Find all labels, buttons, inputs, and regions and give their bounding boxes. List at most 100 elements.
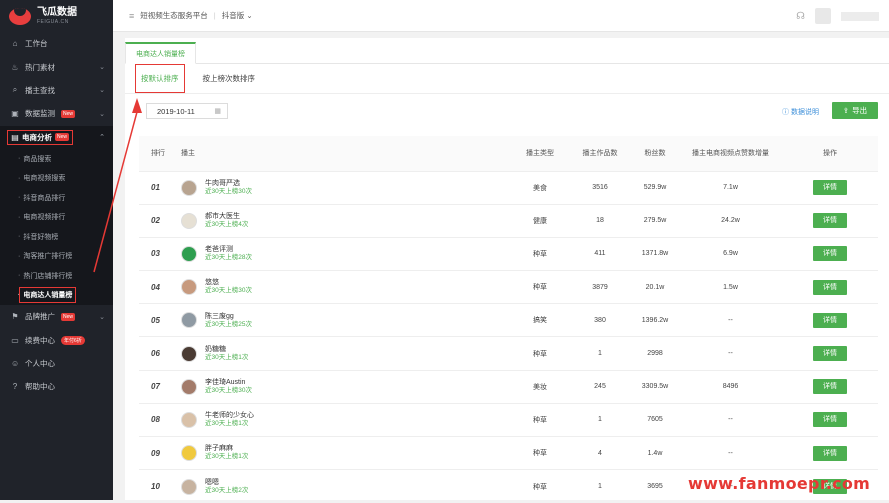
detail-button[interactable]: 详情 <box>813 213 847 229</box>
sidebar-subitem-sales-rank[interactable]: 电商达人销量榜 <box>0 285 113 305</box>
tab-default-sort[interactable]: 按默认排序 <box>135 64 185 93</box>
date-picker[interactable]: 2019-10-11 ▦ <box>146 103 228 119</box>
works-cell: 1 <box>569 469 631 503</box>
avatar[interactable] <box>181 279 197 296</box>
tab-bar: 电商达人销量榜 <box>125 38 889 64</box>
sidebar-subitem-video-search[interactable]: 电商视频搜索 <box>0 168 113 188</box>
avatar[interactable] <box>181 179 197 196</box>
action-cell: 详情 <box>782 303 878 337</box>
anchor-cell[interactable]: 陈三废gg 近30天上榜25次 <box>181 303 511 337</box>
fans-cell: 3695 <box>631 469 679 503</box>
sidebar-item-help[interactable]: ? 帮助中心 <box>0 375 113 398</box>
sidebar-item-hot-material[interactable]: ♨ 热门素材 ⌄ <box>0 55 113 78</box>
anchor-rank-count: 近30天上榜4次 <box>205 221 249 229</box>
anchor-cell[interactable]: 奶糖糖 近30天上榜1次 <box>181 336 511 371</box>
sidebar-item-ecommerce[interactable]: ▤ 电商分析 New ⌃ <box>0 125 113 149</box>
fans-cell: 1371.8w <box>631 236 679 271</box>
sidebar-subitem-product-rank[interactable]: 抖音商品排行 <box>0 187 113 208</box>
new-badge: New <box>61 312 76 321</box>
sort-tabs: 按默认排序 按上榜次数排序 <box>125 64 889 94</box>
subitem-label: 商品搜索 <box>23 155 52 163</box>
anchor-name[interactable]: 老爸评测 <box>205 245 252 254</box>
type-cell: 种草 <box>511 402 569 437</box>
detail-button[interactable]: 详情 <box>813 312 847 328</box>
anchor-cell[interactable]: 牛老师的少女心 近30天上榜1次 <box>181 402 511 437</box>
anchor-name[interactable]: 李佳琦Austin <box>205 378 252 387</box>
anchor-name[interactable]: 牛肉哥严选 <box>205 179 252 188</box>
table-row: 09 胖子麻麻 近30天上榜1次 种草 4 1.4w -- 详情 <box>139 435 878 470</box>
tab-count-sort[interactable]: 按上榜次数排序 <box>199 70 260 87</box>
works-cell: 1 <box>569 402 631 437</box>
works-cell: 411 <box>569 236 631 271</box>
export-button[interactable]: ⇪ 导出 <box>832 102 878 119</box>
anchor-cell[interactable]: 李佳琦Austin 近30天上榜30次 <box>181 369 511 404</box>
anchor-name[interactable]: 陈三废gg <box>205 312 252 321</box>
anchor-cell[interactable]: 嗯嗯 近30天上榜2次 <box>181 469 511 503</box>
sidebar-item-workbench[interactable]: ⌂ 工作台 <box>0 32 113 55</box>
topbar: ≡ 短视频生态服务平台 | 抖音版 ⌄ ☊ <box>113 0 889 32</box>
sidebar-item-profile[interactable]: ☺ 个人中心 <box>0 352 113 375</box>
sidebar-item-data-monitor[interactable]: ▣ 数据监测 New ⌄ <box>0 102 113 125</box>
fans-cell: 3309.5w <box>631 369 679 404</box>
chevron-down-icon: ⌄ <box>99 87 105 95</box>
chevron-up-icon: ⌃ <box>99 134 105 142</box>
anchor-cell[interactable]: 郝市大医生 近30天上榜4次 <box>181 203 511 238</box>
sidebar-item-label: 续费中心 <box>25 335 55 345</box>
headset-icon[interactable]: ☊ <box>796 11 805 22</box>
sidebar-item-brand[interactable]: ⚑ 品牌推广 New ⌄ <box>0 305 113 328</box>
detail-button[interactable]: 详情 <box>813 180 847 196</box>
detail-button[interactable]: 详情 <box>813 379 847 395</box>
data-description-link[interactable]: ⓘ 数据说明 <box>782 107 819 117</box>
anchor-cell[interactable]: 胖子麻麻 近30天上榜1次 <box>181 435 511 470</box>
avatar[interactable] <box>181 411 197 428</box>
rank-cell: 07 <box>139 369 181 404</box>
anchor-name[interactable]: 奶糖糖 <box>205 345 248 354</box>
avatar[interactable] <box>181 345 197 362</box>
sidebar-subitem-taoke-rank[interactable]: 淘客推广排行榜 <box>0 246 113 266</box>
detail-button[interactable]: 详情 <box>813 445 847 461</box>
fire-icon: ♨ <box>11 62 19 72</box>
sidebar-item-renew[interactable]: ▭ 续费中心 年付6折 <box>0 328 113 351</box>
rank-cell: 02 <box>139 203 181 238</box>
sidebar-item-label: 电商分析 <box>22 132 52 142</box>
avatar[interactable] <box>181 445 197 462</box>
table-row: 06 奶糖糖 近30天上榜1次 种草 1 2998 -- 详情 <box>139 336 878 371</box>
chevron-down-icon: ⌄ <box>99 110 105 118</box>
anchor-name[interactable]: 牛老师的少女心 <box>205 411 254 420</box>
logo-icon <box>9 7 31 25</box>
anchor-cell[interactable]: 老爸评测 近30天上榜28次 <box>181 236 511 271</box>
works-cell: 3516 <box>569 170 631 205</box>
tab-sales-rank[interactable]: 电商达人销量榜 <box>125 42 196 64</box>
detail-button[interactable]: 详情 <box>813 346 847 362</box>
avatar[interactable] <box>181 478 197 495</box>
sidebar-item-anchor-search[interactable]: ⌕ 播主查找 ⌄ <box>0 79 113 102</box>
anchor-name[interactable]: 郝市大医生 <box>205 212 248 221</box>
detail-button[interactable]: 详情 <box>813 246 847 262</box>
avatar[interactable] <box>181 245 197 262</box>
sidebar-subitem-video-rank[interactable]: 电商视频排行 <box>0 207 113 227</box>
sidebar-item-label: 数据监测 <box>25 109 55 119</box>
sales-cell: 1.5w <box>679 270 782 304</box>
works-cell: 4 <box>569 435 631 470</box>
header-sales: 播主电商视频点赞数增量 <box>692 149 769 157</box>
sidebar-subitem-good-list[interactable]: 抖音好物榜 <box>0 226 113 247</box>
avatar[interactable] <box>815 8 831 24</box>
sales-rank-table: 排行 播主 播主类型 播主作品数 粉丝数 播主电商视频点赞数增量 操作 01 牛… <box>139 136 878 503</box>
table-row: 08 牛老师的少女心 近30天上榜1次 种草 1 7605 -- 详情 <box>139 402 878 437</box>
anchor-cell[interactable]: 悠悠 近30天上榜30次 <box>181 270 511 304</box>
anchor-name[interactable]: 嗯嗯 <box>205 478 248 487</box>
sidebar-subitem-shop-rank[interactable]: 热门店铺排行榜 <box>0 265 113 286</box>
username[interactable] <box>841 11 879 21</box>
menu-icon[interactable]: ≡ <box>129 11 134 21</box>
anchor-cell[interactable]: 牛肉哥严选 近30天上榜30次 <box>181 170 511 205</box>
sidebar-subitem-product-search[interactable]: 商品搜索 <box>0 148 113 169</box>
detail-button[interactable]: 详情 <box>813 279 847 295</box>
detail-button[interactable]: 详情 <box>813 412 847 428</box>
version-select[interactable]: 抖音版 ⌄ <box>222 10 253 21</box>
avatar[interactable] <box>181 312 197 329</box>
avatar[interactable] <box>181 378 197 395</box>
type-cell: 种草 <box>511 336 569 371</box>
logo[interactable]: 飞瓜数据 FEIGUA.CN <box>0 0 113 32</box>
anchor-rank-count: 近30天上榜1次 <box>205 353 249 361</box>
avatar[interactable] <box>181 212 197 229</box>
